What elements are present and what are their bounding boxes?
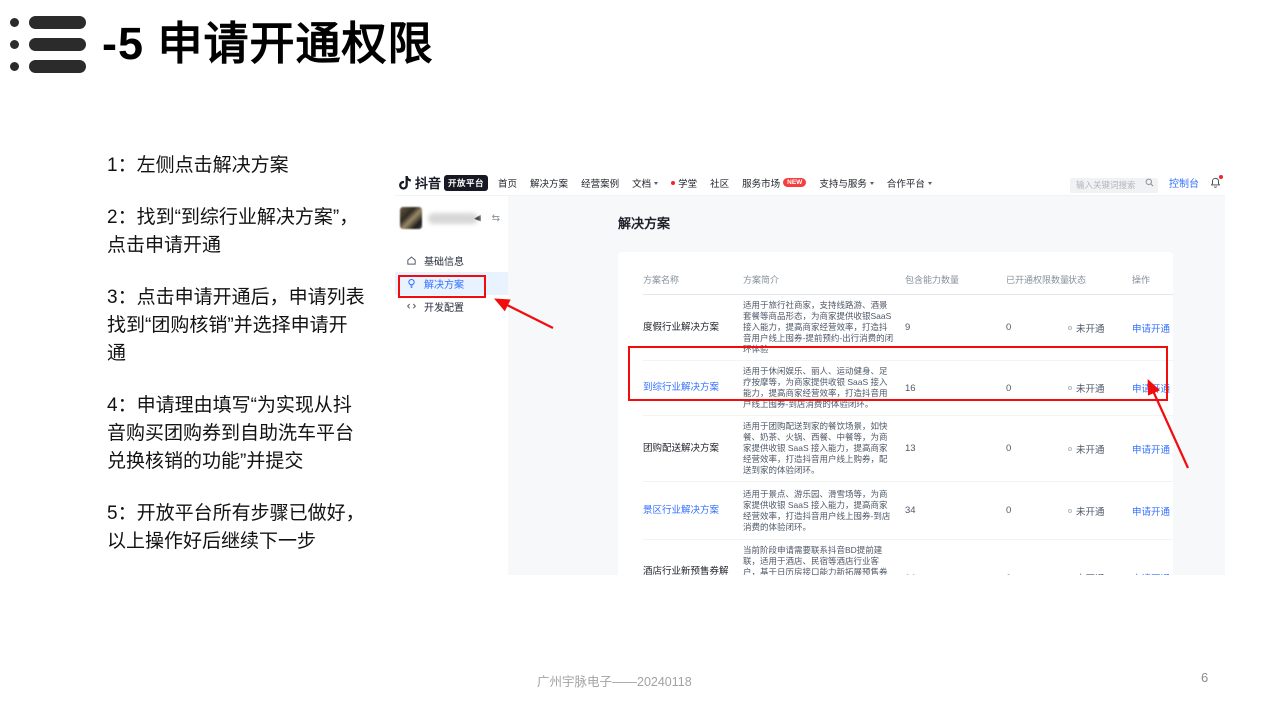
status-dot-icon [1068,386,1072,390]
douyin-open-platform-screenshot: 抖音 开放平台 首页 解决方案 经营案例 文档 学堂 社区 服务市场NEW 支持… [395,170,1225,575]
nav-menu: 首页 解决方案 经营案例 文档 学堂 社区 服务市场NEW 支持与服务 合作平台 [498,176,932,190]
tiktok-note-icon [398,175,412,191]
main-content: 解决方案 方案名称 方案简介 包含能力数量 已开通权限数量 状态 操作 度假行业… [508,196,1225,575]
account-profile[interactable]: ⇆ [395,207,508,229]
nav-academy[interactable]: 学堂 [671,176,697,190]
status-badge: 未开通 [1068,571,1132,575]
ability-count: 9 [905,322,1006,333]
slide-heading: -5 申请开通权限 [10,14,434,73]
apply-open-link[interactable]: 申请开通 [1132,442,1173,456]
sidebar: ⇆ 基础信息 解决方案 开发配置 [395,196,508,575]
step-2: 2：找到“到综行业解决方案”，点击申请开通 [107,204,365,260]
table-header: 方案名称 方案简介 包含能力数量 已开通权限数量 状态 操作 [643,252,1173,295]
plan-name-link[interactable]: 景区行业解决方案 [643,505,743,517]
step-4: 4：申请理由填写“为实现从抖音购买团购券到自助洗车平台兑换核销的功能”并提交 [107,392,365,476]
status-badge: 未开通 [1068,381,1132,395]
new-badge: NEW [783,178,806,188]
chevron-down-icon [928,182,932,185]
opened-count: 0 [1006,383,1068,394]
chevron-down-icon [870,182,874,185]
nav-partner[interactable]: 合作平台 [887,176,932,190]
step-1: 1：左侧点击解决方案 [107,152,365,180]
chevron-down-icon [654,182,658,185]
home-icon [406,255,417,266]
open-platform-badge: 开放平台 [444,175,488,191]
plan-desc: 适用于团购配送到家的餐饮场景，如快餐、奶茶、火锅、西餐、中餐等，为商家提供收银 … [743,421,905,476]
apply-open-link[interactable]: 申请开通 [1132,321,1173,335]
ability-count: 34 [905,505,1006,516]
solutions-table-card: 方案名称 方案简介 包含能力数量 已开通权限数量 状态 操作 度假行业解决方案 … [618,252,1173,575]
plan-name: 团购配送解决方案 [643,443,743,455]
notify-dot-icon [671,181,675,185]
step-5: 5：开放平台所有步骤已做好，以上操作好后继续下一步 [107,500,365,556]
page-number: 6 [1201,670,1208,685]
table-row: 景区行业解决方案 适用于景点、游乐园、滑雪场等，为商家提供收银 SaaS 接入能… [643,482,1173,540]
nav-support[interactable]: 支持与服务 [819,176,874,190]
opened-count: 0 [1006,505,1068,516]
instruction-steps: 1：左侧点击解决方案 2：找到“到综行业解决方案”，点击申请开通 3：点击申请开… [107,152,365,580]
plan-desc: 适用于休闲娱乐、丽人、运动健身、足疗按摩等，为商家提供收银 SaaS 接入能力，… [743,366,905,410]
plan-desc: 当前阶段申请需要联系抖音BD提前建联，适用于酒店、民宿等酒店行业客户，基于日历房… [743,545,905,575]
status-dot-icon [1068,326,1072,330]
status-dot-icon [1068,509,1072,513]
sidebar-item-solutions[interactable]: 解决方案 [395,272,508,295]
opened-count: 0 [1006,322,1068,333]
opened-count: 0 [1006,443,1068,454]
nav-community[interactable]: 社区 [710,176,729,190]
list-icon [10,14,86,73]
console-link[interactable]: 控制台 [1169,175,1199,190]
notification-dot [1219,175,1223,179]
nav-docs[interactable]: 文档 [632,176,658,190]
opened-count: 0 [1006,573,1068,576]
console-body: ⇆ 基础信息 解决方案 开发配置 [395,196,1225,575]
sidebar-menu: 基础信息 解决方案 开发配置 [395,249,508,318]
code-icon [406,301,417,312]
douyin-logo[interactable]: 抖音 开放平台 [398,173,488,192]
apply-open-link[interactable]: 申请开通 [1132,571,1173,575]
footer-text: 广州宇脉电子——20240118 [537,671,692,690]
page-title: -5 申请开通权限 [102,19,434,69]
nav-home[interactable]: 首页 [498,176,517,190]
nav-service-market[interactable]: 服务市场NEW [742,176,806,190]
status-badge: 未开通 [1068,504,1132,518]
slide: -5 申请开通权限 1：左侧点击解决方案 2：找到“到综行业解决方案”，点击申请… [0,0,1282,719]
nav-solutions[interactable]: 解决方案 [530,176,568,190]
plan-desc: 适用于景点、游乐园、滑雪场等，为商家提供收银 SaaS 接入能力，提高商家经营效… [743,489,905,533]
table-row: 度假行业解决方案 适用于旅行社商家，支持线路游、酒景套餐等商品形态，为商家提供收… [643,295,1173,361]
search-icon [1145,178,1154,187]
step-3: 3：点击申请开通后，申请列表找到“团购核销”并选择申请开通 [107,284,365,368]
account-name-blurred [428,213,478,224]
switch-account-icon[interactable]: ⇆ [492,213,500,224]
table-row-highlighted: 到综行业解决方案 适用于休闲娱乐、丽人、运动健身、足疗按摩等，为商家提供收银 S… [643,361,1173,416]
top-navbar: 抖音 开放平台 首页 解决方案 经营案例 文档 学堂 社区 服务市场NEW 支持… [395,170,1225,196]
ability-count: 13 [905,443,1006,454]
apply-open-link[interactable]: 申请开通 [1132,381,1173,395]
avatar [400,207,422,229]
bulb-icon [406,278,417,289]
plan-name: 度假行业解决方案 [643,322,743,334]
status-badge: 未开通 [1068,321,1132,335]
bell-icon[interactable] [1210,177,1221,189]
plan-desc: 适用于旅行社商家，支持线路游、酒景套餐等商品形态，为商家提供收银SaaS接入能力… [743,300,905,355]
apply-open-link[interactable]: 申请开通 [1132,504,1173,518]
search-box [1070,175,1158,190]
logo-text: 抖音 [415,173,441,192]
table-row: 酒店行业新预售券解决方案 当前阶段申请需要联系抖音BD提前建联，适用于酒店、民宿… [643,540,1173,575]
plan-name-link[interactable]: 到综行业解决方案 [643,382,743,394]
status-dot-icon [1068,447,1072,451]
sidebar-item-basic-info[interactable]: 基础信息 [395,249,508,272]
nav-right: 控制台 [1070,175,1221,190]
status-badge: 未开通 [1068,442,1132,456]
sidebar-item-dev-config[interactable]: 开发配置 [395,295,508,318]
table-row: 团购配送解决方案 适用于团购配送到家的餐饮场景，如快餐、奶茶、火锅、西餐、中餐等… [643,416,1173,482]
nav-cases[interactable]: 经营案例 [581,176,619,190]
solutions-page-title: 解决方案 [618,216,1173,232]
plan-name: 酒店行业新预售券解决方案 [643,566,743,575]
ability-count: 14 [905,573,1006,576]
ability-count: 16 [905,383,1006,394]
